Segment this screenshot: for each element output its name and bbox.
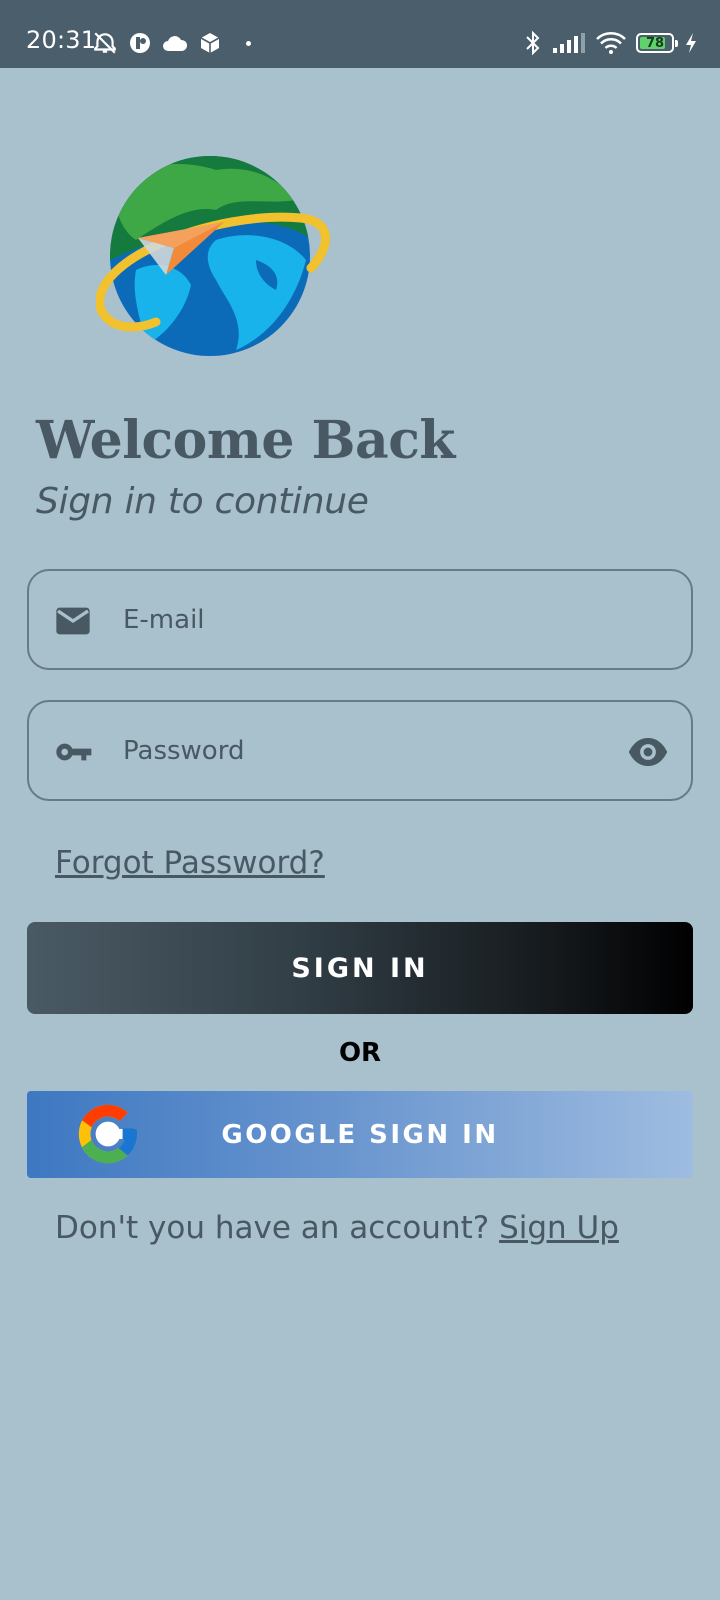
status-bar: 20:31 78 <box>0 0 720 68</box>
status-icons-right: 78 <box>524 28 698 58</box>
status-icons-left <box>92 28 251 58</box>
sign-in-button[interactable]: SIGN IN <box>27 922 693 1014</box>
battery-icon: 78 <box>636 33 678 53</box>
charging-icon <box>686 33 696 53</box>
cloud-icon <box>163 36 188 51</box>
google-sign-in-label: GOOGLE SIGN IN <box>221 1120 499 1150</box>
or-divider-label: OR <box>338 1038 382 1068</box>
bluetooth-icon <box>526 30 540 56</box>
signup-prompt-row: Don't you have an account? Sign Up <box>55 1210 619 1246</box>
mail-icon <box>56 607 90 635</box>
key-icon <box>56 743 92 761</box>
battery-level: 78 <box>645 35 665 51</box>
alarm-off-icon <box>94 32 116 54</box>
welcome-subtitle: Sign in to continue <box>36 481 369 522</box>
eye-icon[interactable] <box>627 731 669 773</box>
signup-prompt-text: Don't you have an account? <box>55 1210 490 1246</box>
email-field[interactable] <box>27 569 693 670</box>
globe-logo <box>96 156 330 356</box>
status-time: 20:31 <box>26 26 97 54</box>
forgot-password-link[interactable]: Forgot Password? <box>55 845 325 881</box>
signal-icon <box>553 33 585 53</box>
sign-up-link[interactable]: Sign Up <box>499 1210 619 1246</box>
password-input[interactable] <box>123 726 603 776</box>
app-notification-icon <box>130 33 150 53</box>
email-input[interactable] <box>123 595 603 645</box>
welcome-title: Welcome Back <box>36 410 455 471</box>
password-field[interactable] <box>27 700 693 801</box>
package-icon <box>200 33 220 53</box>
wifi-icon <box>596 32 626 54</box>
dot-icon <box>246 40 251 46</box>
google-sign-in-button[interactable]: GOOGLE SIGN IN <box>27 1091 693 1178</box>
